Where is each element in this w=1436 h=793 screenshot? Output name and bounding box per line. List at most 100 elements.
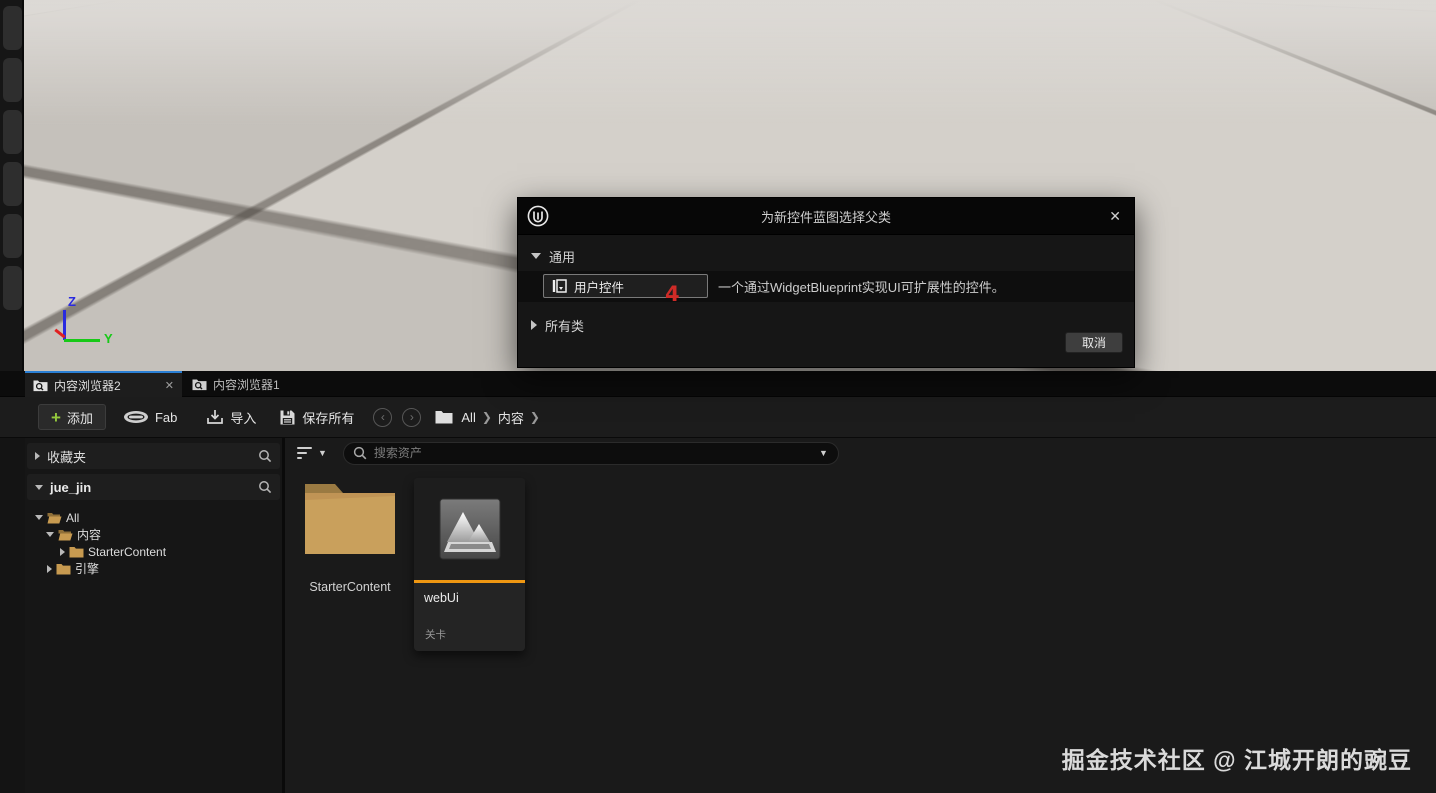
user-widget-row: 用户控件 4 一个通过WidgetBlueprint实现UI可扩展性的控件。 xyxy=(518,271,1134,306)
section-all-classes-label: 所有类 xyxy=(545,318,585,334)
add-button-label: 添加 xyxy=(66,410,93,426)
plus-icon: + xyxy=(51,407,61,427)
tree-item-startercontent[interactable]: StarterContent xyxy=(25,543,282,560)
z-axis-label: Z xyxy=(68,294,76,309)
collection-row[interactable]: jue_jin xyxy=(27,474,280,500)
y-axis-label: Y xyxy=(104,331,113,346)
content-browser-panel: 内容浏览器2 ✕ 内容浏览器1 + 添加 Fab 导入 保存所有 ‹ › All… xyxy=(0,371,1436,793)
tab-content-browser-1[interactable]: 内容浏览器1 xyxy=(184,371,296,397)
open-folder-icon xyxy=(47,512,62,523)
closed-folder-icon xyxy=(56,563,71,574)
user-widget-icon xyxy=(552,279,567,293)
fab-logo-icon xyxy=(123,411,148,423)
breadcrumb-separator-icon: ❯ xyxy=(529,410,540,424)
favorites-label: 收藏夹 xyxy=(47,449,87,465)
closed-folder-icon xyxy=(69,546,84,557)
asset-search-bar: ▼ xyxy=(342,441,839,465)
user-widget-button[interactable]: 用户控件 xyxy=(543,274,708,298)
tab-close-icon[interactable]: ✕ xyxy=(165,379,174,392)
chevron-down-icon[interactable]: ▼ xyxy=(318,448,327,458)
tree-item-engine[interactable]: 引擎 xyxy=(25,560,282,577)
tree-item-content[interactable]: 内容 xyxy=(25,526,282,543)
left-rail xyxy=(0,438,25,793)
content-browser-tabbar: 内容浏览器2 ✕ 内容浏览器1 xyxy=(0,371,1436,397)
save-all-label: 保存所有 xyxy=(302,410,355,426)
folder-tree: All 内容 StarterContent 引擎 xyxy=(25,505,282,577)
content-browser-icon xyxy=(192,379,207,390)
caret-down-icon xyxy=(35,484,43,490)
asset-folder-startercontent[interactable]: StarterContent xyxy=(300,478,400,594)
user-widget-label: 用户控件 xyxy=(574,280,625,295)
forward-button[interactable]: › xyxy=(402,407,422,427)
content-browser-icon xyxy=(33,380,48,391)
caret-down-icon xyxy=(46,532,54,537)
watermark-text: 掘金技术社区 @ 江城开朗的豌豆 xyxy=(1061,747,1412,773)
tree-label: 引擎 xyxy=(75,562,100,576)
folder-name: StarterContent xyxy=(309,580,391,594)
chevron-down-icon[interactable]: ▼ xyxy=(819,448,828,458)
collapsed-panel-tab[interactable] xyxy=(3,6,22,50)
tab-label: 内容浏览器1 xyxy=(213,377,280,392)
import-label: 导入 xyxy=(230,410,257,426)
search-icon[interactable] xyxy=(258,480,272,494)
fab-label: Fab xyxy=(154,409,178,425)
back-button[interactable]: ‹ xyxy=(373,407,393,427)
tab-content-browser-2[interactable]: 内容浏览器2 ✕ xyxy=(25,371,182,397)
collapsed-panel-tab[interactable] xyxy=(3,266,22,310)
collapsed-panel-tab[interactable] xyxy=(3,214,22,258)
caret-right-icon xyxy=(35,452,40,460)
caret-down-icon xyxy=(531,253,541,259)
asset-grid: StarterContent webUi 关卡 xyxy=(300,478,525,651)
filter-row: ▼ ▼ xyxy=(285,438,1436,468)
import-icon xyxy=(207,409,224,424)
asset-type-label: 关卡 xyxy=(425,629,446,641)
add-button[interactable]: + 添加 xyxy=(38,404,106,430)
section-common[interactable]: 通用 xyxy=(518,241,1134,271)
level-asset-icon xyxy=(439,498,500,560)
breadcrumb-current[interactable]: 内容 xyxy=(498,408,524,427)
y-axis-line xyxy=(64,339,100,342)
asset-card-webui[interactable]: webUi 关卡 xyxy=(414,478,525,651)
breadcrumb-folder-icon xyxy=(435,411,453,424)
breadcrumb-root[interactable]: All xyxy=(461,410,475,425)
caret-right-icon xyxy=(531,320,537,330)
tree-label: 内容 xyxy=(77,528,102,542)
collapsed-panel-strip xyxy=(0,0,24,371)
tree-label: StarterContent xyxy=(88,544,167,559)
content-browser-toolbar: + 添加 Fab 导入 保存所有 ‹ › All ❯ 内容 ❯ xyxy=(0,397,1436,438)
save-all-button[interactable]: 保存所有 xyxy=(279,408,354,427)
dialog-close-icon[interactable]: ✕ xyxy=(1109,207,1121,225)
content-browser-body: 收藏夹 jue_jin All 内容 StarterContent 引擎 ▼ 搜… xyxy=(0,438,1436,793)
search-icon[interactable] xyxy=(258,449,272,463)
breadcrumb-separator-icon: ❯ xyxy=(481,410,492,424)
collapsed-panel-tab[interactable] xyxy=(3,58,22,102)
caret-down-icon xyxy=(35,515,43,520)
favorites-row[interactable]: 收藏夹 xyxy=(27,443,280,469)
search-icon xyxy=(353,446,367,460)
caret-right-icon xyxy=(47,564,52,573)
asset-search-input[interactable] xyxy=(373,446,812,460)
tree-label: All xyxy=(66,510,80,525)
collapsed-panel-tab[interactable] xyxy=(3,162,22,206)
cancel-button[interactable]: 取消 xyxy=(1065,332,1123,353)
save-icon xyxy=(280,410,295,424)
step-annotation: 4 xyxy=(665,282,680,306)
large-folder-icon xyxy=(305,484,395,554)
section-common-label: 通用 xyxy=(549,249,576,265)
asset-view-pane: ▼ ▼ xyxy=(285,438,1436,793)
filter-icon[interactable] xyxy=(295,443,314,463)
collection-label: jue_jin xyxy=(50,479,92,495)
dialog-title: 为新控件蓝图选择父类 xyxy=(760,209,891,225)
asset-thumbnail xyxy=(414,478,525,580)
sources-sidebar: 收藏夹 jue_jin All 内容 StarterContent 引擎 xyxy=(25,438,285,793)
collapsed-panel-tab[interactable] xyxy=(3,110,22,154)
tree-item-all[interactable]: All xyxy=(25,509,282,526)
section-all-classes[interactable]: 所有类 xyxy=(518,310,1134,340)
caret-right-icon xyxy=(60,547,65,556)
fab-button[interactable]: Fab xyxy=(123,410,177,425)
tab-label: 内容浏览器2 xyxy=(54,378,121,393)
user-widget-description: 一个通过WidgetBlueprint实现UI可扩展性的控件。 xyxy=(718,280,1005,295)
import-button[interactable]: 导入 xyxy=(206,408,256,427)
open-folder-icon xyxy=(58,529,73,540)
unreal-editor-window: Z Y 内容浏览器2 ✕ 内容浏览器1 + 添加 Fab 导入 保存所有 ‹ ›… xyxy=(0,0,1436,793)
